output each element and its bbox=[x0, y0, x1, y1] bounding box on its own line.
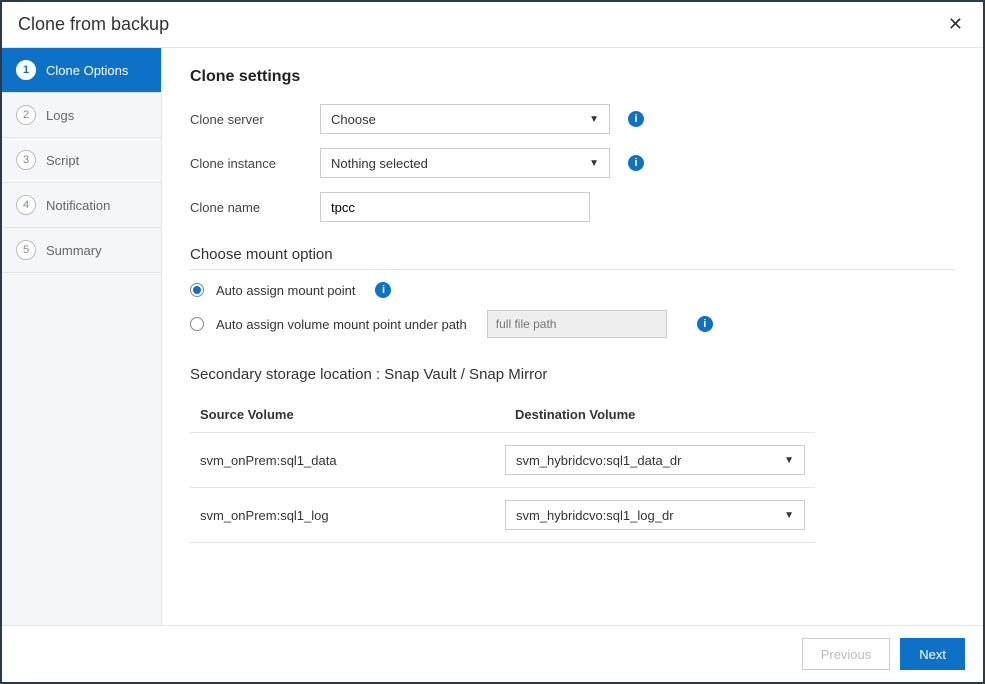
step-number: 4 bbox=[16, 195, 36, 215]
clone-dialog: Clone from backup ✕ 1 Clone Options 2 Lo… bbox=[0, 0, 985, 684]
step-label: Clone Options bbox=[46, 63, 128, 78]
caret-down-icon: ▼ bbox=[784, 455, 794, 466]
info-icon[interactable]: i bbox=[697, 316, 713, 332]
step-number: 2 bbox=[16, 105, 36, 125]
caret-down-icon: ▼ bbox=[784, 510, 794, 521]
clone-name-row: Clone name bbox=[190, 192, 955, 222]
step-number: 3 bbox=[16, 150, 36, 170]
mount-option-heading: Choose mount option bbox=[190, 246, 955, 270]
destination-value: svm_hybridcvo:sql1_data_dr bbox=[516, 453, 681, 468]
source-volume: svm_onPrem:sql1_log bbox=[200, 508, 505, 523]
step-number: 1 bbox=[16, 60, 36, 80]
dialog-header: Clone from backup ✕ bbox=[2, 2, 983, 48]
source-volume: svm_onPrem:sql1_data bbox=[200, 453, 505, 468]
step-number: 5 bbox=[16, 240, 36, 260]
clone-server-row: Clone server Choose ▼ i bbox=[190, 104, 955, 134]
previous-button: Previous bbox=[802, 638, 891, 670]
destination-value: svm_hybridcvo:sql1_log_dr bbox=[516, 508, 674, 523]
dialog-title: Clone from backup bbox=[18, 14, 169, 35]
clone-settings-heading: Clone settings bbox=[190, 68, 955, 86]
caret-down-icon: ▼ bbox=[589, 158, 599, 169]
info-icon[interactable]: i bbox=[628, 111, 644, 127]
step-label: Logs bbox=[46, 108, 74, 123]
clone-server-value: Choose bbox=[331, 112, 376, 127]
clone-instance-value: Nothing selected bbox=[331, 156, 428, 171]
caret-down-icon: ▼ bbox=[589, 114, 599, 125]
col-destination: Destination Volume bbox=[515, 407, 805, 422]
step-script[interactable]: 3 Script bbox=[2, 138, 161, 183]
close-icon[interactable]: ✕ bbox=[944, 10, 967, 39]
clone-server-select[interactable]: Choose ▼ bbox=[320, 104, 610, 134]
table-row: svm_onPrem:sql1_data svm_hybridcvo:sql1_… bbox=[190, 433, 815, 488]
destination-select[interactable]: svm_hybridcvo:sql1_log_dr ▼ bbox=[505, 500, 805, 530]
mount-option-path[interactable]: Auto assign volume mount point under pat… bbox=[190, 310, 955, 338]
table-header: Source Volume Destination Volume bbox=[190, 397, 815, 433]
clone-instance-select[interactable]: Nothing selected ▼ bbox=[320, 148, 610, 178]
storage-heading: Secondary storage location : Snap Vault … bbox=[190, 366, 955, 389]
clone-instance-row: Clone instance Nothing selected ▼ i bbox=[190, 148, 955, 178]
step-notification[interactable]: 4 Notification bbox=[2, 183, 161, 228]
mount-option-auto-label: Auto assign mount point bbox=[216, 283, 355, 298]
step-label: Notification bbox=[46, 198, 110, 213]
col-source: Source Volume bbox=[200, 407, 515, 422]
next-button[interactable]: Next bbox=[900, 638, 965, 670]
clone-server-label: Clone server bbox=[190, 112, 320, 127]
step-logs[interactable]: 2 Logs bbox=[2, 93, 161, 138]
mount-option-auto[interactable]: Auto assign mount point i bbox=[190, 282, 955, 298]
step-label: Summary bbox=[46, 243, 102, 258]
storage-table: Source Volume Destination Volume svm_onP… bbox=[190, 397, 815, 543]
step-label: Script bbox=[46, 153, 79, 168]
clone-name-label: Clone name bbox=[190, 200, 320, 215]
info-icon[interactable]: i bbox=[375, 282, 391, 298]
table-row: svm_onPrem:sql1_log svm_hybridcvo:sql1_l… bbox=[190, 488, 815, 543]
clone-name-input[interactable] bbox=[320, 192, 590, 222]
main-panel: Clone settings Clone server Choose ▼ i C… bbox=[162, 48, 983, 625]
mount-path-input[interactable] bbox=[487, 310, 667, 338]
mount-option-path-label: Auto assign volume mount point under pat… bbox=[216, 317, 467, 332]
clone-instance-label: Clone instance bbox=[190, 156, 320, 171]
step-clone-options[interactable]: 1 Clone Options bbox=[2, 48, 161, 93]
radio-icon[interactable] bbox=[190, 317, 204, 331]
radio-icon[interactable] bbox=[190, 283, 204, 297]
destination-select[interactable]: svm_hybridcvo:sql1_data_dr ▼ bbox=[505, 445, 805, 475]
info-icon[interactable]: i bbox=[628, 155, 644, 171]
dialog-footer: Previous Next bbox=[2, 625, 983, 682]
wizard-sidebar: 1 Clone Options 2 Logs 3 Script 4 Notifi… bbox=[2, 48, 162, 625]
dialog-body: 1 Clone Options 2 Logs 3 Script 4 Notifi… bbox=[2, 48, 983, 625]
step-summary[interactable]: 5 Summary bbox=[2, 228, 161, 273]
